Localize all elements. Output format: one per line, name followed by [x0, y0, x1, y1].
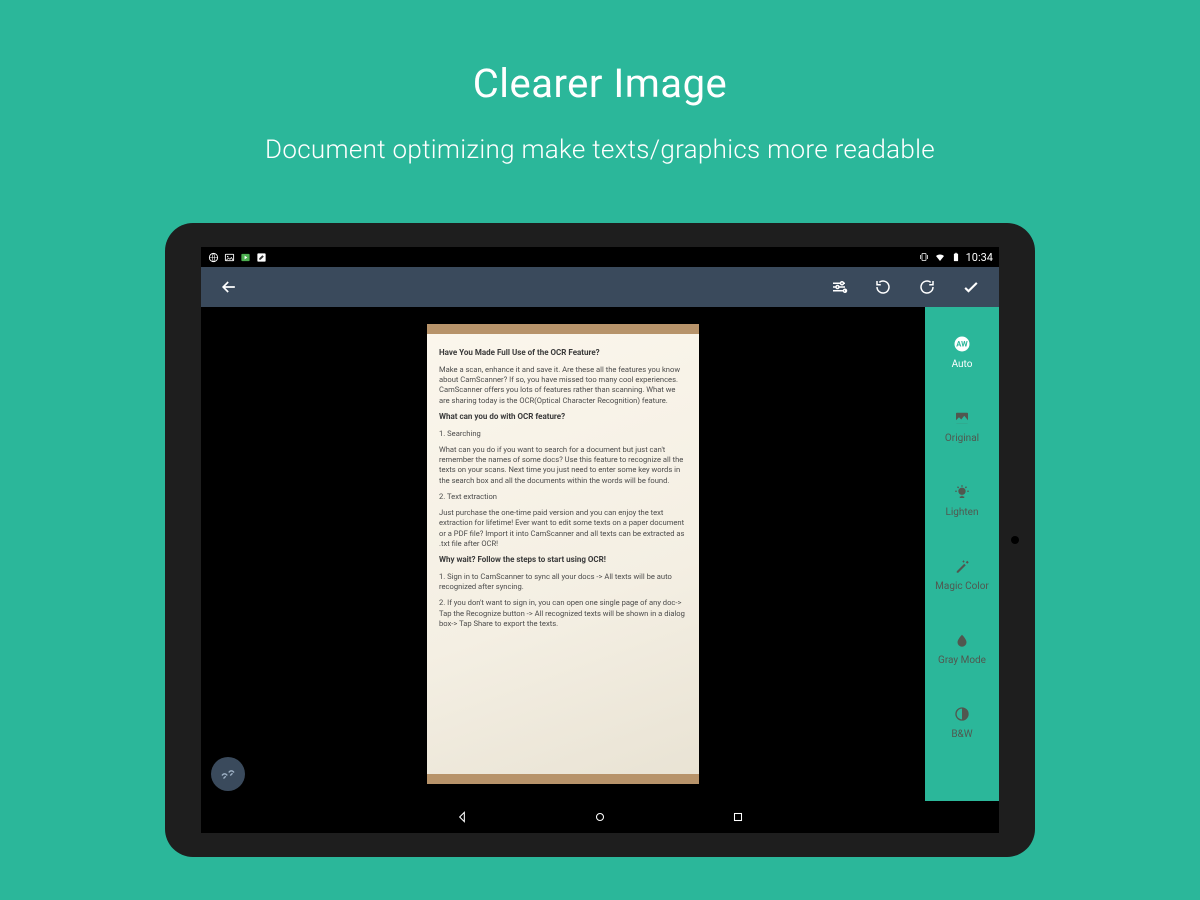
- gray-mode-icon: [951, 629, 973, 651]
- doc-p1-title: 1. Searching: [439, 429, 687, 439]
- filter-lighten[interactable]: Lighten: [925, 463, 999, 535]
- doc-s1: 1. Sign in to CamScanner to sync all you…: [439, 572, 687, 593]
- rotate-right-button[interactable]: [909, 269, 945, 305]
- doc-heading-3: Why wait? Follow the steps to start usin…: [439, 555, 606, 564]
- filter-bw[interactable]: B&W: [925, 685, 999, 757]
- filter-auto[interactable]: AW Auto: [925, 315, 999, 387]
- filter-label: Lighten: [945, 507, 978, 518]
- filter-rail: AW Auto Original Lighten: [925, 307, 999, 801]
- confirm-button[interactable]: [953, 269, 989, 305]
- filter-original[interactable]: Original: [925, 389, 999, 461]
- wifi-icon: [934, 251, 946, 263]
- tablet-frame: 10:34 Have You Made Ful: [165, 223, 1035, 857]
- content-area: Have You Made Full Use of the OCR Featur…: [201, 307, 999, 801]
- filter-label: Gray Mode: [938, 655, 986, 666]
- filter-label: B&W: [951, 729, 972, 740]
- globe-icon: [207, 251, 219, 263]
- app-bar: [201, 267, 999, 307]
- scanned-document: Have You Made Full Use of the OCR Featur…: [427, 324, 699, 784]
- battery-icon: [950, 251, 962, 263]
- nav-home[interactable]: [591, 808, 609, 826]
- adjust-button[interactable]: [821, 269, 857, 305]
- filter-label: Auto: [952, 359, 973, 370]
- bw-icon: [951, 703, 973, 725]
- doc-heading-1: Have You Made Full Use of the OCR Featur…: [439, 348, 600, 357]
- doc-p2-title: 2. Text extraction: [439, 492, 687, 502]
- magic-color-icon: [951, 555, 973, 577]
- promo-subtitle: Document optimizing make texts/graphics …: [265, 135, 935, 165]
- play-icon: [239, 251, 251, 263]
- filter-magic-color[interactable]: Magic Color: [925, 537, 999, 609]
- edit-icon: [255, 251, 267, 263]
- rotate-left-button[interactable]: [865, 269, 901, 305]
- back-button[interactable]: [211, 269, 247, 305]
- filter-gray-mode[interactable]: Gray Mode: [925, 611, 999, 683]
- status-time: 10:34: [966, 251, 993, 264]
- tablet-camera: [1011, 536, 1019, 544]
- nav-back[interactable]: [453, 808, 471, 826]
- svg-text:AW: AW: [956, 339, 968, 348]
- doc-heading-2: What can you do with OCR feature?: [439, 412, 565, 421]
- auto-icon: AW: [951, 333, 973, 355]
- image-icon: [223, 251, 235, 263]
- doc-intro: Make a scan, enhance it and save it. Are…: [439, 365, 687, 406]
- lighten-icon: [951, 481, 973, 503]
- doc-p1: What can you do if you want to search fo…: [439, 445, 687, 486]
- status-bar: 10:34: [201, 247, 999, 267]
- original-icon: [951, 407, 973, 429]
- filter-label: Magic Color: [935, 581, 989, 592]
- document-viewer[interactable]: Have You Made Full Use of the OCR Featur…: [201, 307, 925, 801]
- nav-recent[interactable]: [729, 808, 747, 826]
- doc-s2: 2. If you don't want to sign in, you can…: [439, 598, 687, 629]
- doc-p2: Just purchase the one-time paid version …: [439, 508, 687, 549]
- promo-title: Clearer Image: [473, 60, 728, 107]
- android-nav-bar: [201, 801, 999, 833]
- filter-label: Original: [945, 433, 979, 444]
- vibrate-icon: [918, 251, 930, 263]
- tablet-screen: 10:34 Have You Made Ful: [201, 247, 999, 833]
- compare-fab[interactable]: [211, 757, 245, 791]
